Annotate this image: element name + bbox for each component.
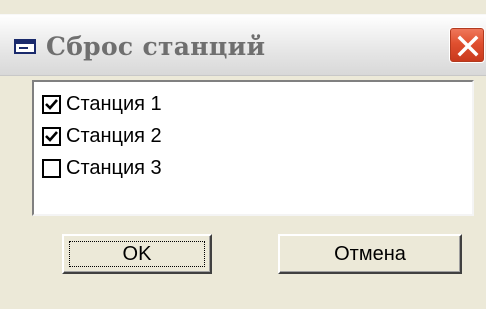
- stations-list[interactable]: Станция 1 Станция 2 Станция 3: [32, 80, 474, 216]
- list-item-station-3[interactable]: Станция 3: [42, 154, 342, 182]
- cancel-button-label: Отмена: [334, 242, 406, 265]
- station-3-checkbox[interactable]: [42, 158, 61, 178]
- station-2-checkbox[interactable]: [42, 126, 61, 146]
- station-1-checkbox[interactable]: [42, 94, 61, 114]
- station-3-label: Станция 3: [66, 156, 162, 179]
- checkmark-icon: [45, 130, 58, 142]
- window-title: Сброс станций: [46, 32, 266, 61]
- station-1-label: Станция 1: [66, 92, 162, 115]
- window-app-icon: [14, 39, 38, 55]
- list-item-station-1[interactable]: Станция 1: [42, 90, 342, 118]
- cancel-button[interactable]: Отмена: [278, 234, 462, 274]
- checkmark-icon: [45, 98, 58, 110]
- close-button[interactable]: [449, 27, 485, 63]
- station-2-label: Станция 2: [66, 124, 162, 147]
- list-item-station-2[interactable]: Станция 2: [42, 122, 342, 150]
- dialog-window: Сброс станций Станция 1 Станция 2 Станци…: [0, 0, 486, 309]
- ok-button[interactable]: OK: [62, 234, 212, 274]
- title-bar[interactable]: Сброс станций: [0, 14, 486, 76]
- close-icon: [457, 35, 479, 57]
- focus-ring: [69, 241, 205, 267]
